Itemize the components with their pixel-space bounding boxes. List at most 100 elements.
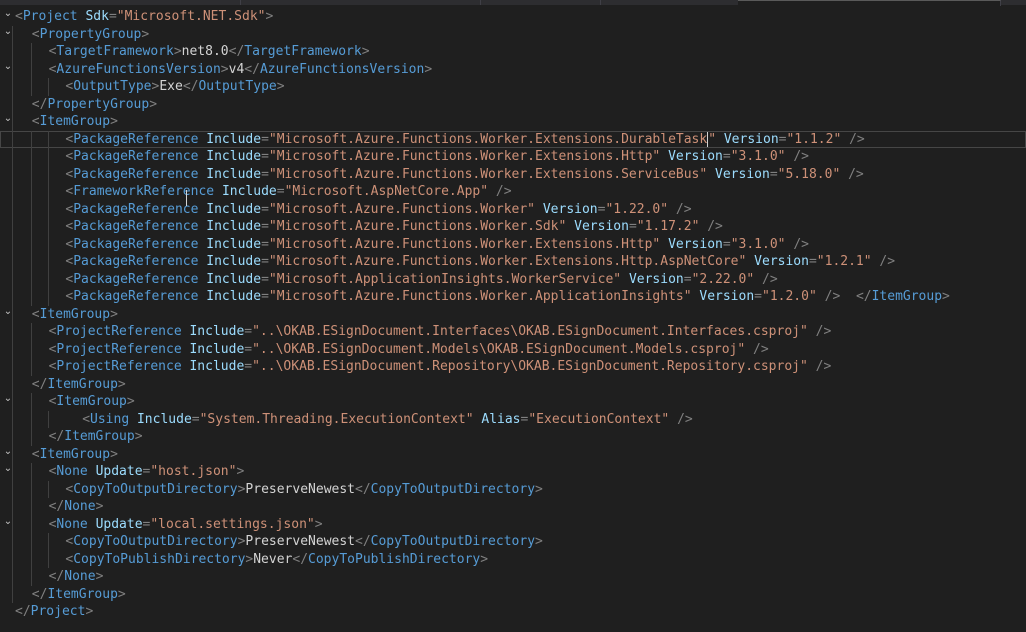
indent-guide [31, 43, 32, 61]
xml-text: Exe [159, 79, 183, 94]
indent-guide [31, 340, 32, 358]
code-line[interactable]: <Using Include="System.Threading.Executi… [0, 410, 1026, 428]
xml-attribute-value: "1.1.2" [786, 131, 842, 147]
code-line[interactable]: </PropertyGroup> [0, 95, 1026, 113]
xml-text [745, 342, 753, 357]
code-text: <PackageReference Include="Microsoft.Azu… [65, 253, 895, 271]
xml-tag-name: CopyToPublishDirectory [308, 551, 481, 567]
xml-tag-name: PackageReference [73, 254, 199, 269]
code-line[interactable]: <OutputType>Exe</OutputType> [0, 78, 1026, 96]
xml-text [754, 272, 762, 287]
code-line[interactable]: ⌄ <ItemGroup> [0, 443, 1026, 463]
code-line[interactable]: </Project> [0, 603, 1026, 621]
indent-guide [31, 323, 32, 341]
xml-attribute-value: "2.22.0" [691, 271, 755, 287]
code-line[interactable]: </None> [0, 498, 1026, 516]
xml-punctuation: > [134, 429, 143, 444]
xml-punctuation: > [141, 26, 150, 42]
indent-guide [31, 200, 32, 218]
chevron-down-icon[interactable]: ⌄ [3, 303, 13, 321]
indent-guide [48, 253, 49, 271]
editor-tab[interactable] [240, 0, 481, 5]
code-line[interactable]: <TargetFramework>net8.0</TargetFramework… [0, 43, 1026, 61]
code-line[interactable]: </None> [0, 568, 1026, 586]
code-line[interactable]: ⌄ <PropertyGroup> [0, 23, 1026, 43]
code-line[interactable]: <CopyToPublishDirectory>Never</CopyToPub… [0, 550, 1026, 568]
code-line[interactable]: <PackageReference Include="Microsoft.Azu… [0, 235, 1026, 253]
chevron-down-icon[interactable]: ⌄ [3, 460, 13, 478]
xml-text [840, 167, 848, 182]
code-line[interactable]: </ItemGroup> [0, 585, 1026, 603]
chevron-down-icon[interactable]: ⌄ [3, 443, 13, 461]
xml-text [88, 464, 96, 479]
editor-tab[interactable] [0, 0, 241, 5]
xml-tag-name: AzureFunctionsVersion [259, 61, 425, 77]
xml-attribute-value: "Microsoft.Azure.Functions.Worker.Sdk" [268, 219, 567, 234]
code-line[interactable]: <CopyToOutputDirectory>PreserveNewest</C… [0, 480, 1026, 498]
indent-guide [48, 218, 49, 236]
code-line[interactable]: </ItemGroup> [0, 428, 1026, 446]
code-line[interactable]: <PackageReference Include="Microsoft.Azu… [0, 288, 1026, 306]
code-line[interactable]: <PackageReference Include="Microsoft.Azu… [0, 165, 1026, 183]
xml-attribute-value: "3.1.0" [730, 149, 786, 164]
xml-punctuation: > [942, 289, 950, 304]
xml-text [808, 324, 816, 339]
xml-punctuation: = [191, 411, 200, 427]
code-line[interactable]: <ProjectReference Include="..\OKAB.ESign… [0, 323, 1026, 341]
code-line[interactable]: <CopyToOutputDirectory>PreserveNewest</C… [0, 533, 1026, 551]
code-line[interactable]: <PackageReference Include="Microsoft.App… [0, 270, 1026, 288]
code-line[interactable]: <PackageReference Include="Microsoft.Azu… [0, 253, 1026, 271]
code-line[interactable]: <PackageReference Include="Microsoft.Azu… [0, 218, 1026, 236]
xml-attribute-value: " [708, 131, 717, 147]
indent-guide [12, 130, 13, 148]
code-line[interactable]: ⌄ <Project Sdk="Microsoft.NET.Sdk"> [0, 8, 1026, 26]
xml-attribute-name: Version [715, 166, 770, 182]
xml-attribute-value: "Microsoft.Azure.Functions.Worker.Extens… [268, 236, 661, 252]
code-line[interactable]: ⌄ <None Update="local.settings.json"> [0, 513, 1026, 533]
code-line[interactable]: <ProjectReference Include="..\OKAB.ESign… [0, 358, 1026, 376]
code-line[interactable]: </ItemGroup> [0, 375, 1026, 393]
code-line[interactable]: ⌄ <ItemGroup> [0, 113, 1026, 131]
indent-guide [31, 498, 32, 516]
xml-punctuation: > [95, 499, 104, 514]
xml-punctuation: /> [849, 131, 865, 147]
indent-guide [31, 358, 32, 376]
code-line[interactable]: ⌄ <ItemGroup> [0, 303, 1026, 323]
indent-guide [31, 130, 32, 148]
code-text: <None Update="host.json"> [49, 463, 245, 481]
chevron-down-icon[interactable]: ⌄ [3, 390, 13, 408]
code-text: </None> [49, 568, 104, 586]
xml-tag-name: ItemGroup [39, 306, 111, 322]
xml-punctuation: </ [15, 604, 31, 619]
editor-tab-active[interactable] [738, 0, 1001, 6]
xml-punctuation: = [244, 359, 253, 374]
code-line[interactable]: <PackageReference Include="Microsoft.Azu… [0, 130, 1026, 148]
xml-attribute-value: "System.Threading.ExecutionContext" [199, 411, 474, 427]
code-line[interactable]: <PackageReference Include="Microsoft.Azu… [0, 148, 1026, 166]
chevron-down-icon[interactable]: ⌄ [3, 23, 13, 41]
chevron-down-icon[interactable]: ⌄ [3, 5, 13, 23]
xml-tag-name: ItemGroup [64, 429, 135, 444]
indent-guide [12, 78, 13, 96]
xml-attribute-value: "local.settings.json" [150, 516, 315, 532]
code-line[interactable]: <ProjectReference Include="..\OKAB.ESign… [0, 340, 1026, 358]
indent-guide [48, 270, 49, 288]
xml-attribute-name: Update [95, 464, 143, 479]
code-line[interactable]: ⌄ <None Update="host.json"> [0, 463, 1026, 481]
chevron-down-icon[interactable]: ⌄ [3, 58, 13, 76]
chevron-down-icon[interactable]: ⌄ [3, 513, 13, 531]
xml-attribute-value: "Microsoft.ApplicationInsights.WorkerSer… [268, 271, 622, 287]
code-line[interactable]: ⌄ <ItemGroup> [0, 393, 1026, 411]
code-line[interactable]: ⌄ <AzureFunctionsVersion>v4</AzureFunctio… [0, 58, 1026, 78]
editor-tab[interactable] [480, 0, 601, 5]
xml-attribute-name: Include [136, 411, 192, 427]
xml-punctuation: = [244, 341, 253, 357]
xml-punctuation: > [480, 551, 489, 567]
xml-tag-name: PackageReference [73, 271, 199, 287]
xml-punctuation: > [126, 394, 135, 409]
code-line[interactable]: <FrameworkReference Include="Microsoft.A… [0, 183, 1026, 201]
chevron-down-icon[interactable]: ⌄ [3, 110, 13, 128]
code-line[interactable]: <PackageReference Include="Microsoft.Azu… [0, 200, 1026, 218]
indent-guide [31, 568, 32, 586]
code-editor[interactable]: ⌄ <Project Sdk="Microsoft.NET.Sdk"> ⌄ <Prop… [0, 8, 1026, 621]
